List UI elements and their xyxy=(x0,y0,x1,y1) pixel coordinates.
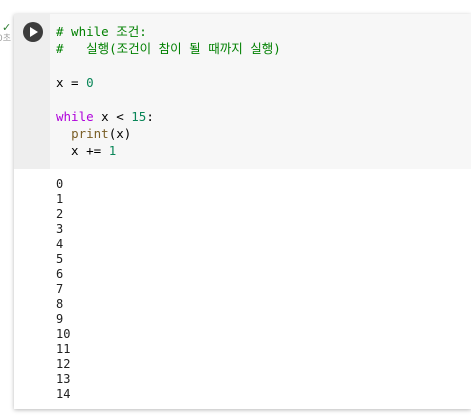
code-token: 0 xyxy=(86,75,94,90)
execution-status: ✓ 0초 xyxy=(0,22,14,46)
check-icon: ✓ xyxy=(2,22,12,34)
output-line: 3 xyxy=(56,222,64,236)
cell-output: 0 1 2 3 4 5 6 7 8 9 10 11 12 13 14 xyxy=(14,169,471,409)
code-token: = xyxy=(63,75,87,90)
code-line-1: # while 조건: xyxy=(56,24,147,39)
code-token: while xyxy=(56,109,94,124)
output-line: 14 xyxy=(56,387,71,401)
notebook-page: ✓ 0초 # while 조건: # 실행(조건이 참이 될 때까지 실행) x… xyxy=(0,0,471,415)
output-line: 6 xyxy=(56,267,64,281)
code-token: 1 xyxy=(108,143,117,158)
code-token: x += xyxy=(56,143,109,158)
output-line: 10 xyxy=(56,327,71,341)
code-token: (x) xyxy=(108,126,132,141)
code-token: print xyxy=(71,126,109,141)
output-line: 11 xyxy=(56,342,71,356)
code-token: : xyxy=(146,109,154,124)
output-line: 7 xyxy=(56,282,64,296)
output-line: 4 xyxy=(56,237,64,251)
output-line: 5 xyxy=(56,252,64,266)
cell-gutter xyxy=(14,14,50,169)
code-token: 15 xyxy=(131,109,147,124)
output-text: 0 1 2 3 4 5 6 7 8 9 10 11 12 13 14 xyxy=(56,177,70,402)
run-cell-button[interactable] xyxy=(23,22,43,42)
output-line: 2 xyxy=(56,207,64,221)
output-line: 13 xyxy=(56,372,71,386)
output-line: 8 xyxy=(56,297,64,311)
code-line-8: x += 1 xyxy=(56,142,116,159)
code-editor[interactable]: # while 조건: # 실행(조건이 참이 될 때까지 실행) x = 0 … xyxy=(50,14,471,169)
code-line-6: while x < 15: xyxy=(56,108,154,125)
code-line-7: print(x) xyxy=(56,125,131,142)
execution-time: 0초 xyxy=(0,34,12,44)
output-line: 1 xyxy=(56,192,64,206)
output-line: 12 xyxy=(56,357,71,371)
code-cell[interactable]: # while 조건: # 실행(조건이 참이 될 때까지 실행) x = 0 … xyxy=(14,14,471,409)
code-line-4: x = 0 xyxy=(56,74,94,91)
code-token: x xyxy=(56,75,64,90)
code-token: x < xyxy=(93,109,132,124)
code-line-2: # 실행(조건이 참이 될 때까지 실행) xyxy=(56,41,281,56)
play-icon xyxy=(30,27,38,37)
output-line: 0 xyxy=(56,177,64,191)
output-line: 9 xyxy=(56,312,64,326)
